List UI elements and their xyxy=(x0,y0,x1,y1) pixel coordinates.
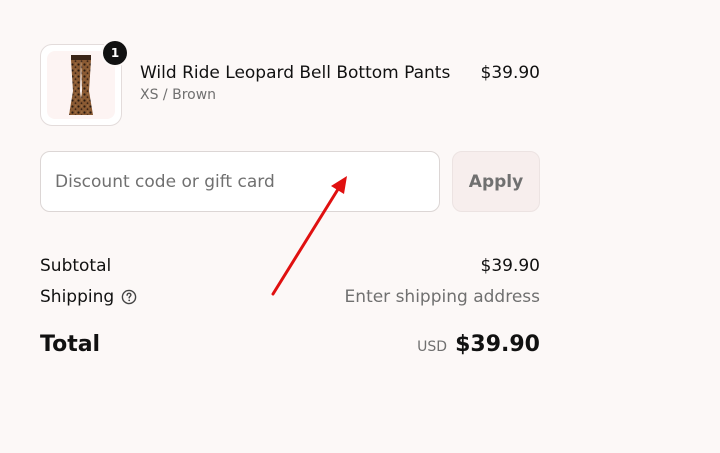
total-amount: $39.90 xyxy=(455,331,540,357)
apply-discount-button[interactable]: Apply xyxy=(452,151,540,212)
cart-line-item: 1 Wild Ride Leopard Bell Bottom Pants XS… xyxy=(40,41,540,126)
shipping-label-group: Shipping xyxy=(40,287,137,307)
shipping-value: Enter shipping address xyxy=(344,287,540,307)
shipping-label: Shipping xyxy=(40,287,115,307)
product-name: Wild Ride Leopard Bell Bottom Pants xyxy=(140,63,451,83)
subtotal-row: Subtotal $39.90 xyxy=(40,254,540,278)
subtotal-label: Subtotal xyxy=(40,256,112,276)
discount-code-input[interactable] xyxy=(40,151,440,212)
quantity-badge: 1 xyxy=(103,41,127,65)
currency-code: USD xyxy=(417,338,448,355)
product-price: $39.90 xyxy=(480,63,540,83)
product-image xyxy=(47,51,115,119)
product-thumbnail: 1 xyxy=(40,41,127,126)
total-row: Total USD $39.90 xyxy=(40,328,540,360)
shipping-row: Shipping Enter shipping address xyxy=(40,285,540,309)
total-label: Total xyxy=(40,331,101,357)
total-value-group: USD $39.90 xyxy=(417,332,540,357)
question-circle-icon[interactable] xyxy=(121,289,137,305)
leopard-pants-image-icon xyxy=(69,55,93,115)
subtotal-value: $39.90 xyxy=(480,256,540,276)
product-variant: XS / Brown xyxy=(140,87,217,103)
